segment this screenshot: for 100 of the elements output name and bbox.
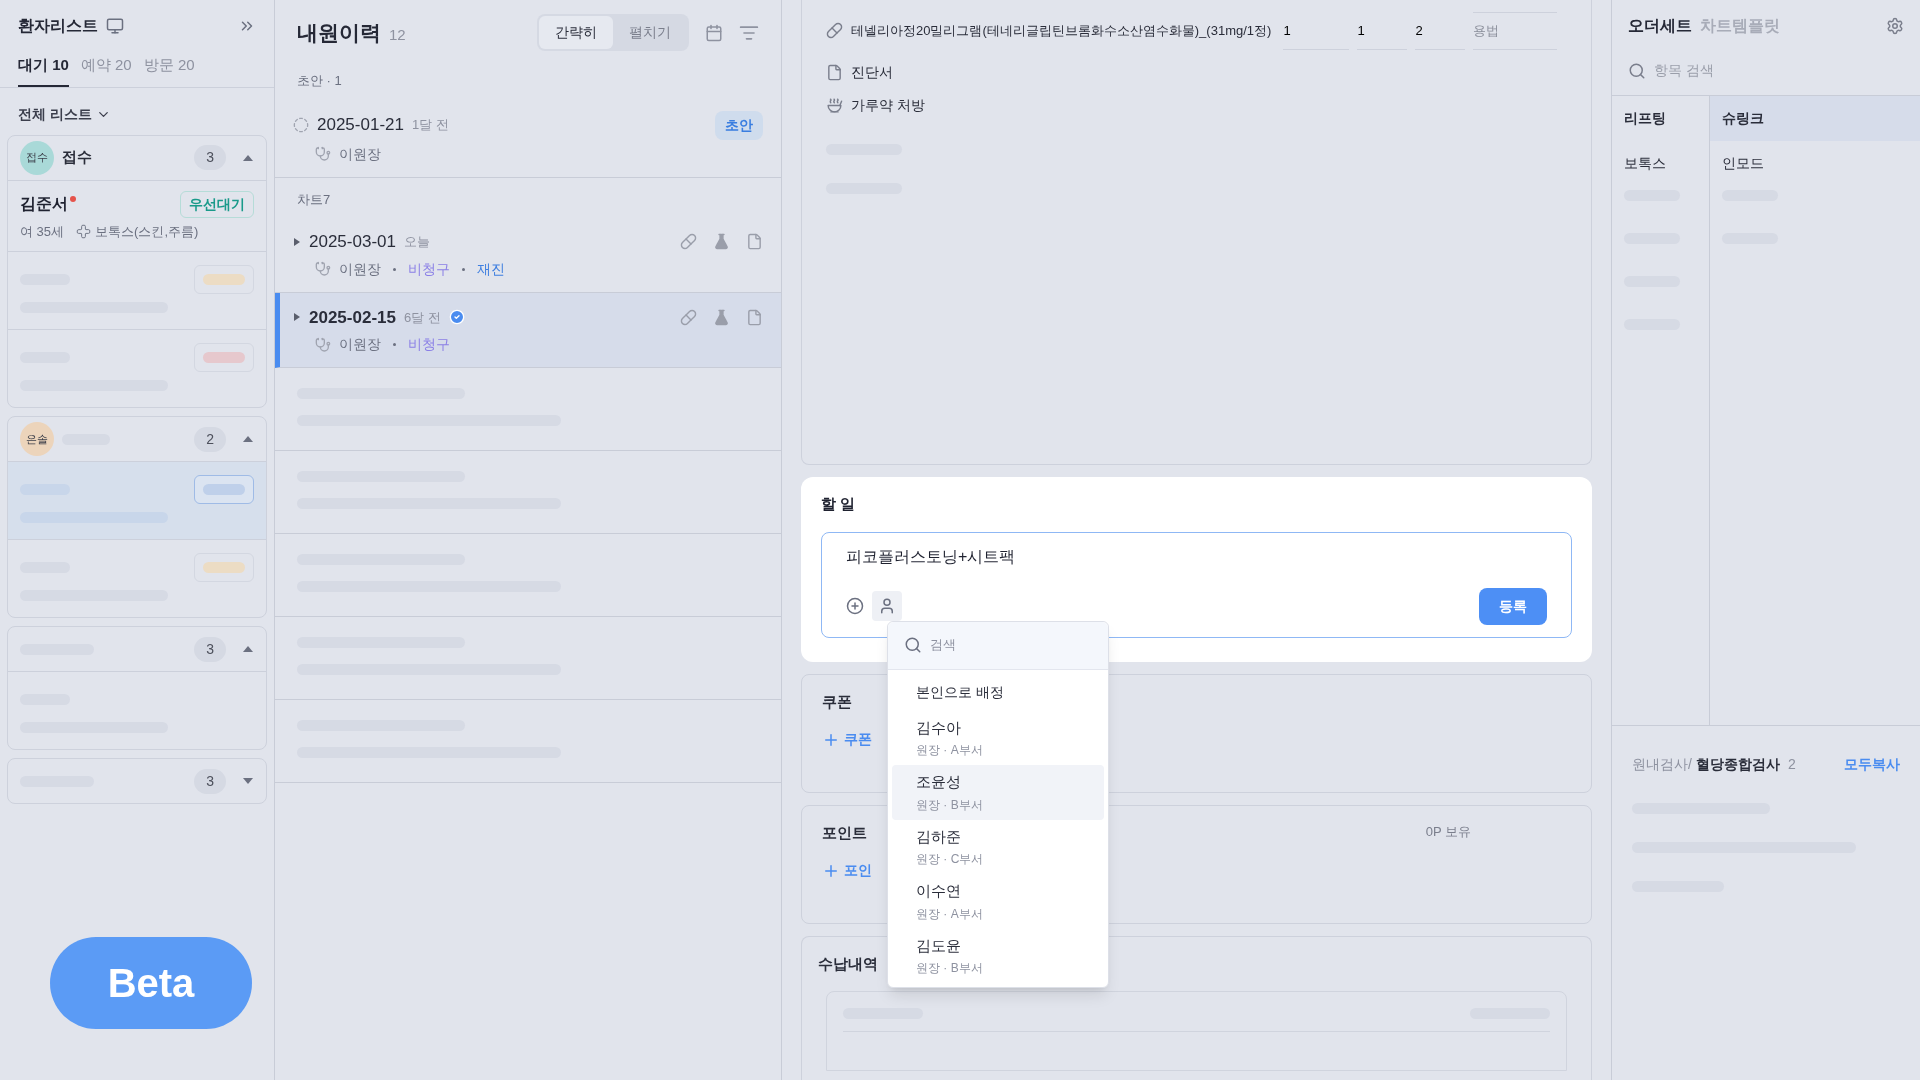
patient-name: 김준서 — [20, 194, 68, 214]
group-label: 접수 — [62, 147, 92, 168]
expand-caret-icon[interactable] — [242, 777, 254, 785]
lab-count: 2 — [1787, 755, 1796, 774]
monitor-icon[interactable] — [106, 17, 124, 35]
self-assign-option[interactable]: 본인으로 배정 — [888, 669, 1108, 711]
pill-icon[interactable] — [680, 233, 697, 251]
card-title: 쿠폰 — [822, 691, 852, 712]
doctor-name: 이원장 — [339, 259, 381, 279]
order-item-label: 가루약 처방 — [851, 95, 925, 115]
group-count: 2 — [194, 426, 226, 452]
assignee-search-field[interactable]: 검색 — [930, 635, 1092, 655]
card-title: 포인트 — [822, 822, 867, 843]
assignee-name: 김도윤 — [916, 935, 962, 956]
expand-caret-icon[interactable] — [293, 236, 301, 247]
stethoscope-icon — [315, 146, 331, 162]
assignee-role: 원장 · C부서 — [916, 851, 985, 868]
assignee-option[interactable]: 조윤성 원장 · B부서 — [892, 765, 1104, 820]
lab-name: 혈당종합검사 — [1695, 755, 1780, 774]
visit-row[interactable]: 2025-02-15 6달 전 이원장 비청구 — [275, 292, 781, 368]
flask-icon[interactable] — [713, 308, 730, 326]
search-icon — [904, 636, 922, 654]
visit-row[interactable]: 2025-01-21 1달 전 초안 이원장 — [275, 98, 781, 178]
assignee-role: 원장 · B부서 — [916, 960, 984, 977]
collapse-caret-icon[interactable] — [242, 435, 254, 443]
list-tab[interactable]: 대기 10 — [18, 54, 69, 87]
priority-tag: 우선대기 — [180, 190, 254, 218]
search-icon — [1628, 61, 1646, 80]
patient-row[interactable]: 김준서 우선대기 여 35세 보톡스(스킨,주름) — [8, 179, 266, 251]
panel-title: 내원이력 — [297, 19, 381, 46]
order-item-label: 진단서 — [851, 62, 893, 82]
bowl-icon — [826, 96, 843, 114]
doctor-name: 이원장 — [339, 335, 381, 354]
lab-path: 원내검사/ — [1632, 755, 1692, 774]
calendar-icon[interactable] — [705, 23, 723, 42]
assignee-name: 김수아 — [916, 717, 962, 738]
pill-icon[interactable] — [680, 308, 697, 326]
dosage-field[interactable]: 1 — [1283, 12, 1350, 50]
visit-ago: 6달 전 — [403, 308, 441, 327]
collapse-caret-icon[interactable] — [242, 153, 254, 162]
flask-icon[interactable] — [713, 233, 730, 251]
visit-tag: 재진 — [477, 258, 505, 280]
assignee-option[interactable]: 김도윤 원장 · B부서 — [892, 928, 1104, 983]
panel-tab[interactable]: 오더세트 — [1628, 14, 1692, 38]
add-icon[interactable] — [846, 597, 864, 615]
document-icon[interactable] — [746, 233, 763, 251]
collapse-caret-icon[interactable] — [242, 645, 254, 653]
category-item[interactable]: 리프팅 — [1612, 96, 1709, 141]
status-badge: 접수 — [20, 140, 54, 175]
order-set-item[interactable]: 슈링크 — [1710, 96, 1920, 141]
points-balance: 0P 보유 — [1425, 822, 1471, 841]
assignee-option[interactable]: 김수아 원장 · A부서 — [892, 710, 1104, 765]
doctor-name: 이원장 — [339, 144, 381, 164]
dosage-field[interactable]: 1 — [1357, 12, 1408, 50]
usage-field[interactable]: 용법 — [1473, 12, 1558, 50]
draft-status-icon — [293, 117, 309, 133]
panel-title: 환자리스트 — [18, 16, 98, 36]
assignee-role: 원장 · A부서 — [916, 742, 984, 759]
dosage-field[interactable]: 2 — [1415, 12, 1466, 50]
visit-date: 2025-03-01 — [309, 231, 396, 253]
card-title: 할 일 — [821, 494, 857, 514]
group-count: 3 — [194, 768, 226, 794]
visit-ago: 1달 전 — [411, 116, 449, 135]
medication-name: 테넬리아정20밀리그램(테네리글립틴브롬화수소산염수화물)_(31mg/1정) — [851, 22, 1272, 40]
stethoscope-icon — [315, 336, 331, 353]
loading-row[interactable] — [8, 461, 266, 539]
draft-badge: 초안 — [715, 110, 763, 140]
settings-icon[interactable] — [1886, 17, 1904, 35]
document-icon[interactable] — [746, 308, 763, 326]
group-count: 3 — [194, 636, 226, 662]
section-label: 차트7 — [296, 190, 332, 209]
assignee-name: 조윤성 — [916, 772, 962, 792]
assignee-role: 원장 · A부서 — [916, 905, 984, 923]
assignee-search-box[interactable]: 검색 — [888, 621, 1108, 670]
visit-tag: 비청구 — [408, 258, 450, 280]
treatment-text: 보톡스(스킨,주름) — [95, 222, 199, 241]
assignee-name: 김하준 — [916, 826, 962, 847]
view-mode-tab[interactable]: 간략히 — [539, 16, 613, 49]
task-input[interactable]: 피코플러스토닝+시트팩 — [846, 544, 1547, 573]
visit-date: 2025-01-21 — [317, 114, 404, 137]
status-badge: 은솔 — [20, 422, 54, 456]
assignee-role: 원장 · B부서 — [916, 796, 984, 814]
category-item[interactable]: 보톡스 — [1612, 141, 1709, 186]
assignee-option[interactable]: 김하준 원장 · C부서 — [892, 819, 1104, 874]
expand-caret-icon[interactable] — [293, 312, 301, 323]
assignee-name: 이수연 — [916, 881, 962, 901]
section-label: 초안 · 1 — [296, 72, 343, 90]
order-search-field[interactable]: 항목 검색 — [1654, 60, 1835, 81]
visit-date: 2025-02-15 — [309, 306, 396, 329]
list-filter-dropdown[interactable]: 전체 리스트 — [0, 103, 274, 125]
assignee-button[interactable] — [872, 591, 902, 621]
patient-info: 여 35세 — [20, 222, 65, 241]
person-icon — [878, 597, 896, 615]
visit-count: 12 — [389, 24, 406, 45]
visit-ago: 오늘 — [403, 233, 430, 251]
order-set-item[interactable]: 인모드 — [1710, 141, 1920, 186]
pill-icon — [826, 22, 843, 40]
assignee-option[interactable]: 이수연 원장 · A부서 — [892, 874, 1104, 929]
visit-row[interactable]: 2025-03-01 오늘 이원장 비청구 재진 — [275, 217, 781, 293]
stethoscope-icon — [315, 261, 331, 277]
